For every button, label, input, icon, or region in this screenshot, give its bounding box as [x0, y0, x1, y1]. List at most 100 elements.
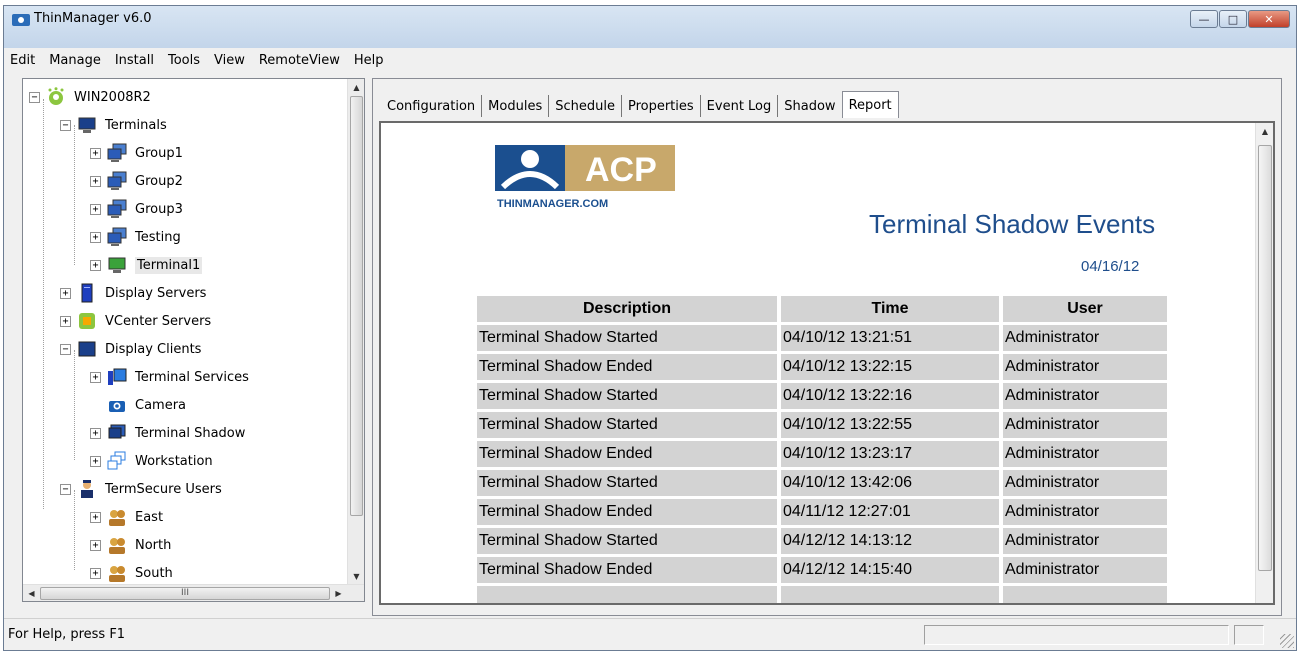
scroll-up-arrow-icon[interactable]: ▲ [1256, 123, 1273, 141]
expand-icon[interactable]: + [90, 147, 101, 159]
cell-description: Terminal Shadow Ended [477, 557, 777, 583]
user-group-icon [109, 566, 125, 582]
expand-icon[interactable]: + [90, 371, 101, 383]
collapse-icon[interactable]: − [60, 343, 71, 355]
menu-help[interactable]: Help [354, 53, 384, 68]
scroll-down-arrow-icon[interactable]: ▼ [348, 568, 364, 585]
thinmanager-server-icon [48, 87, 64, 105]
menu-manage[interactable]: Manage [49, 53, 101, 68]
table-header-row: Description Time User [477, 296, 1167, 322]
table-row-partial [477, 586, 1167, 603]
status-help-text: For Help, press F1 [8, 627, 126, 642]
menu-tools[interactable]: Tools [168, 53, 200, 68]
tree-view[interactable]: − WIN2008R2 − Terminals + Group1 + Group… [22, 78, 365, 602]
tree-line [74, 125, 75, 265]
tree-node-south[interactable]: + South [90, 559, 173, 587]
window-controls: — □ ✕ [1189, 10, 1290, 28]
tab-event-log[interactable]: Event Log [701, 95, 779, 117]
terminal-group-icon [107, 227, 127, 246]
tree-node-termsecure-users[interactable]: − TermSecure Users [60, 475, 222, 503]
terminal-green-icon [108, 257, 126, 273]
resize-grip-icon[interactable] [1280, 634, 1294, 648]
scroll-right-arrow-icon[interactable]: ▶ [330, 585, 347, 601]
tree-node-terminal-services[interactable]: + Terminal Services [90, 363, 249, 391]
expand-icon[interactable]: + [90, 259, 101, 271]
tab-shadow[interactable]: Shadow [778, 95, 841, 117]
tree-node-testing[interactable]: + Testing [90, 223, 181, 251]
tree-node-group2[interactable]: + Group2 [90, 167, 183, 195]
scroll-thumb[interactable] [1258, 145, 1272, 571]
tree-label: Terminal1 [135, 256, 203, 274]
scroll-thumb[interactable] [350, 96, 363, 516]
table-row: Terminal Shadow Started 04/10/12 13:42:06… [477, 470, 1167, 496]
maximize-button[interactable]: □ [1219, 10, 1247, 28]
security-user-icon [81, 480, 93, 498]
vcenter-icon [79, 313, 95, 329]
cell-description: Terminal Shadow Ended [477, 441, 777, 467]
collapse-icon[interactable]: − [29, 91, 40, 103]
tree-node-terminals[interactable]: − Terminals [60, 111, 167, 139]
events-table: Description Time User Terminal Shadow St… [473, 293, 1171, 603]
tree-node-group1[interactable]: + Group1 [90, 139, 183, 167]
tree-node-group3[interactable]: + Group3 [90, 195, 183, 223]
collapse-icon[interactable]: − [60, 119, 71, 131]
menu-edit[interactable]: Edit [10, 53, 35, 68]
scroll-thumb[interactable]: III [40, 587, 330, 600]
tab-properties[interactable]: Properties [622, 95, 701, 117]
cell-time: 04/10/12 13:21:51 [781, 325, 999, 351]
tree-node-win2008r2[interactable]: − WIN2008R2 [29, 83, 151, 111]
cell-time: 04/12/12 14:15:40 [781, 557, 999, 583]
tree-label: Group1 [135, 145, 183, 161]
status-panel [924, 625, 1229, 645]
cell-description: Terminal Shadow Ended [477, 499, 777, 525]
expand-icon[interactable]: + [90, 511, 101, 523]
expand-icon[interactable]: + [90, 203, 101, 215]
expand-icon[interactable]: + [60, 287, 71, 299]
tree-label: North [135, 537, 172, 553]
tree-node-display-servers[interactable]: + Display Servers [60, 279, 206, 307]
tab-modules[interactable]: Modules [482, 95, 550, 117]
tree-node-terminal1[interactable]: + Terminal1 [90, 251, 203, 279]
collapse-icon[interactable]: − [60, 483, 71, 495]
tree-node-camera[interactable]: Camera [107, 391, 186, 419]
tree-node-terminal-shadow[interactable]: + Terminal Shadow [90, 419, 245, 447]
tree-node-workstation[interactable]: + Workstation [90, 447, 213, 475]
scroll-up-arrow-icon[interactable]: ▲ [348, 79, 364, 96]
menu-view[interactable]: View [214, 53, 245, 68]
menu-remoteview[interactable]: RemoteView [259, 53, 340, 68]
cell-user: Administrator [1003, 499, 1167, 525]
expand-icon[interactable]: + [90, 175, 101, 187]
column-header-time: Time [781, 296, 999, 322]
expand-icon[interactable]: + [90, 455, 101, 467]
tree-node-vcenter-servers[interactable]: + VCenter Servers [60, 307, 211, 335]
tab-report[interactable]: Report [841, 91, 899, 118]
report-title: Terminal Shadow Events [869, 209, 1156, 239]
close-button[interactable]: ✕ [1248, 10, 1290, 28]
terminal-monitor-icon [78, 117, 96, 133]
expand-icon[interactable]: + [60, 315, 71, 327]
tree-label: East [135, 509, 164, 525]
menu-install[interactable]: Install [115, 53, 154, 68]
body-area: − WIN2008R2 − Terminals + Group1 + Group… [4, 72, 1296, 616]
tree-node-east[interactable]: + East [90, 503, 163, 531]
tree-node-display-clients[interactable]: − Display Clients [60, 335, 201, 363]
report-vertical-scrollbar[interactable]: ▲ [1255, 123, 1273, 603]
tree-node-north[interactable]: + North [90, 531, 171, 559]
tab-schedule[interactable]: Schedule [549, 95, 622, 117]
table-row: Terminal Shadow Ended 04/10/12 13:22:15 Ad… [477, 354, 1167, 380]
tree-horizontal-scrollbar[interactable]: ◀ III ▶ [23, 584, 364, 601]
scroll-left-arrow-icon[interactable]: ◀ [23, 585, 40, 601]
main-window: ThinManager v6.0 — □ ✕ Edit Manage Insta… [3, 5, 1297, 651]
table-row: Terminal Shadow Started 04/12/12 14:13:12… [477, 528, 1167, 554]
expand-icon[interactable]: + [90, 567, 101, 579]
expand-icon[interactable]: + [90, 539, 101, 551]
tree-vertical-scrollbar[interactable]: ▲ ▼ [347, 79, 364, 585]
cell-user: Administrator [1003, 412, 1167, 438]
expand-icon[interactable]: + [90, 427, 101, 439]
cell-user: Administrator [1003, 470, 1167, 496]
menu-bar: Edit Manage Install Tools View RemoteVie… [4, 48, 1296, 72]
cell-time: 04/11/12 12:27:01 [781, 499, 999, 525]
expand-icon[interactable]: + [90, 231, 101, 243]
tab-configuration[interactable]: Configuration [381, 95, 483, 117]
minimize-button[interactable]: — [1190, 10, 1218, 28]
